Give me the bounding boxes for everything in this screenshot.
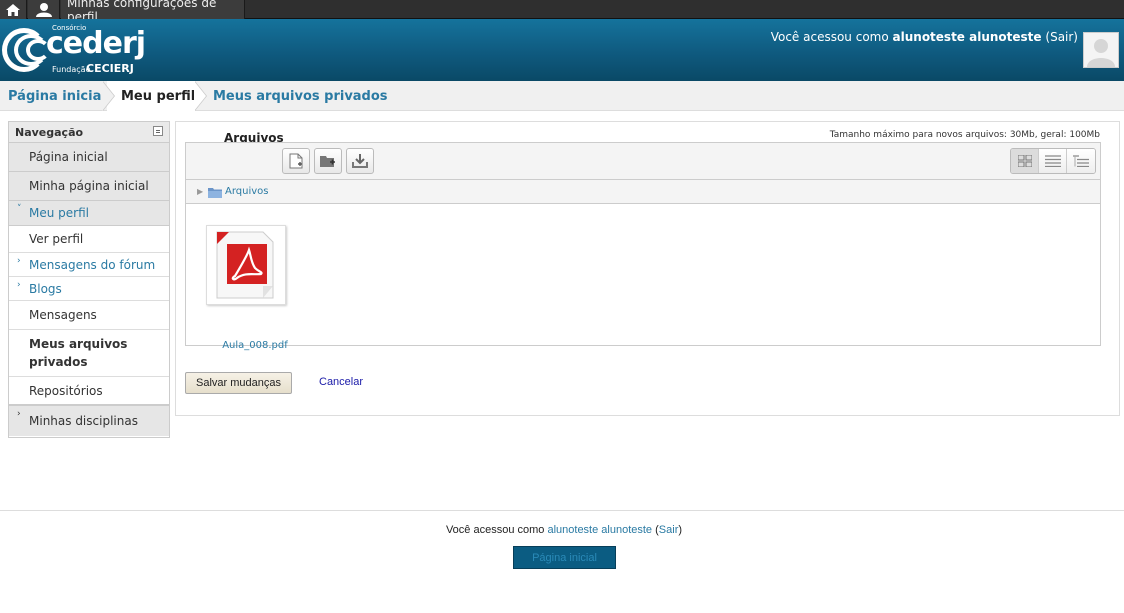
home-icon (6, 3, 20, 16)
collapsed-arrow-icon: › (17, 409, 21, 419)
add-file-icon (289, 153, 303, 169)
create-folder-button[interactable] (314, 148, 342, 174)
footer-logout-link[interactable]: Sair (659, 524, 679, 536)
nav-item-my-home[interactable]: Minha página inicial (9, 172, 169, 201)
logo-brand: cederj (46, 26, 146, 61)
cederj-logo[interactable]: Consórcio cederj Fundação CECIERJ (2, 22, 146, 78)
footer-home-button[interactable]: Página inicial (513, 546, 616, 569)
nav-item-forum-posts[interactable]: › Mensagens do fórum (9, 253, 169, 277)
navigation-block: Navegação Página inicial Minha página in… (8, 121, 170, 438)
footer-login-prefix: Você acessou como (445, 524, 545, 536)
nav-item-blogs[interactable]: › Blogs (9, 277, 169, 301)
download-icon (352, 154, 368, 168)
view-mode-switcher (1010, 148, 1096, 174)
private-files-form: Arquivos Tamanho máximo para novos arqui… (175, 121, 1120, 416)
logo-fundacao: Fundação (52, 65, 91, 74)
breadcrumb-separator-icon (102, 81, 117, 111)
nav-item-label: Blogs (29, 281, 62, 296)
file-manager-path: ▶ Arquivos (186, 180, 1100, 204)
download-all-button[interactable] (346, 148, 374, 174)
list-view-icon (1044, 155, 1061, 167)
nav-item-label: Minhas disciplinas (29, 414, 138, 428)
view-tree-button[interactable] (1067, 149, 1095, 173)
nav-item-label: Minha página inicial (29, 179, 149, 193)
cancel-link[interactable]: Cancelar (319, 376, 363, 388)
max-size-info: Tamanho máximo para novos arquivos: 30Mb… (829, 130, 1100, 140)
breadcrumb-home[interactable]: Página inicial (8, 89, 106, 104)
breadcrumb: Página inicial Meu perfil Meus arquivos … (0, 81, 1124, 111)
nav-item-repositories[interactable]: Repositórios (9, 377, 169, 406)
user-icon (35, 2, 52, 17)
login-prefix: Você acessou como (770, 30, 889, 44)
expanded-arrow-icon: ˅ (17, 204, 22, 214)
home-button[interactable] (0, 0, 27, 19)
collapse-block-icon[interactable] (153, 126, 163, 136)
folder-add-icon (320, 156, 335, 167)
profile-settings-link[interactable]: Minhas configurações de perfil (61, 0, 245, 24)
breadcrumb-private-files[interactable]: Meus arquivos privados (213, 89, 388, 104)
navigation-header: Navegação (9, 122, 169, 143)
grid-view-icon (1017, 155, 1032, 167)
footer-login-info: Você acessou como alunoteste alunoteste … (445, 524, 683, 536)
file-manager-toolbar (186, 143, 1100, 180)
nav-item-my-courses[interactable]: › Minhas disciplinas (9, 406, 169, 436)
nav-item-messages[interactable]: Mensagens (9, 301, 169, 330)
tree-view-icon (1073, 155, 1089, 167)
breadcrumb-profile[interactable]: Meu perfil (121, 89, 195, 104)
nav-item-label: Ver perfil (29, 232, 84, 246)
avatar[interactable] (1083, 32, 1119, 68)
file-manager: ▶ Arquivos Aula_008.pdf (185, 142, 1101, 351)
avatar-placeholder-icon (1084, 33, 1118, 67)
nav-item-label: Meus arquivos privados (29, 337, 128, 369)
page-footer: Você acessou como alunoteste alunoteste … (0, 510, 1124, 613)
view-icons-button[interactable] (1011, 149, 1039, 173)
breadcrumb-separator-icon (194, 81, 209, 111)
logo-cecierj: CECIERJ (86, 62, 134, 75)
path-root-link[interactable]: Arquivos (225, 186, 269, 197)
nav-item-label: Repositórios (29, 383, 103, 398)
nav-item-view-profile[interactable]: Ver perfil (9, 226, 169, 253)
user-menu-button[interactable] (28, 0, 60, 19)
top-dock: Minhas configurações de perfil (0, 0, 1124, 24)
pdf-file-icon (216, 231, 274, 299)
nav-item-label: Mensagens (29, 308, 97, 322)
nav-item-label: Mensagens do fórum (29, 257, 156, 272)
footer-username-link[interactable]: alunoteste alunoteste (547, 524, 652, 536)
save-changes-button[interactable]: Salvar mudanças (185, 372, 292, 394)
nav-item-private-files[interactable]: Meus arquivos privados (9, 330, 169, 377)
expand-arrow-icon: ▶ (197, 187, 204, 196)
username-link[interactable]: alunoteste alunoteste (893, 30, 1042, 44)
file-name-link[interactable]: Aula_008.pdf (195, 340, 315, 351)
nav-item-home[interactable]: Página inicial (9, 143, 169, 172)
view-details-button[interactable] (1039, 149, 1067, 173)
page-header: Consórcio cederj Fundação CECIERJ Você a… (0, 19, 1124, 81)
collapsed-arrow-icon: › (17, 280, 21, 290)
folder-icon (208, 188, 222, 198)
file-tile[interactable] (206, 225, 286, 305)
nav-item-label: Meu perfil (29, 206, 89, 220)
add-file-button[interactable] (282, 148, 310, 174)
logout-link[interactable]: (Sair) (1045, 30, 1078, 44)
navigation-title: Navegação (15, 126, 84, 139)
collapsed-arrow-icon: › (17, 256, 21, 266)
nav-item-my-profile[interactable]: ˅ Meu perfil (9, 201, 169, 226)
login-info: Você acessou como alunoteste alunoteste … (771, 30, 1078, 44)
nav-item-label: Página inicial (29, 150, 108, 164)
